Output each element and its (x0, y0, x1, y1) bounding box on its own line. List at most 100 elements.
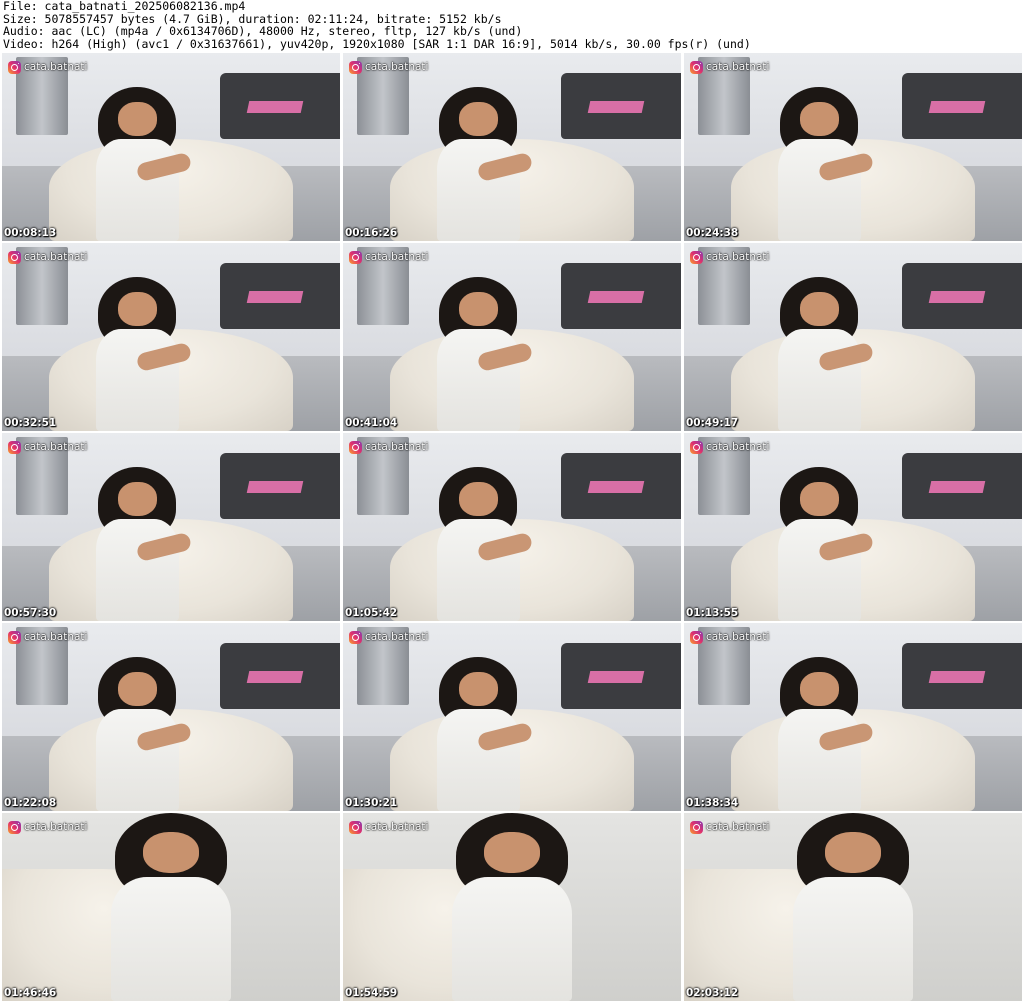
video-thumbnail[interactable]: cata.batnati 00:57:30 (2, 433, 340, 621)
instagram-icon (8, 820, 21, 834)
video-thumbnail[interactable]: cata.batnati 00:32:51 (2, 243, 340, 431)
instagram-icon (349, 630, 362, 644)
person (758, 276, 880, 431)
pink-cushion (587, 291, 645, 303)
watermark-badge: cata.batnati (690, 819, 769, 835)
watermark-handle: cata.batnati (706, 441, 770, 453)
instagram-icon (349, 820, 362, 834)
person-dress (95, 329, 179, 431)
watermark-handle: cata.batnati (365, 61, 429, 73)
thumbnail-timestamp: 01:46:46 (4, 987, 57, 999)
watermark-handle: cata.batnati (706, 821, 770, 833)
watermark-handle: cata.batnati (365, 631, 429, 643)
watermark-handle: cata.batnati (365, 821, 429, 833)
video-thumbnail[interactable]: cata.batnati 01:46:46 (2, 813, 340, 1001)
watermark-handle: cata.batnati (24, 441, 88, 453)
instagram-icon (8, 440, 21, 454)
person (76, 466, 198, 621)
video-thumbnail[interactable]: cata.batnati 00:08:13 (2, 53, 340, 241)
watermark-handle: cata.batnati (365, 251, 429, 263)
video-thumbnail[interactable]: cata.batnati 01:30:21 (343, 623, 681, 811)
watermark-handle: cata.batnati (706, 251, 770, 263)
video-frame (684, 53, 1022, 241)
video-frame (343, 433, 681, 621)
person-dress (436, 709, 520, 811)
person-dress (452, 876, 572, 1001)
person-dress (777, 329, 861, 431)
video-thumbnail[interactable]: cata.batnati 01:38:34 (684, 623, 1022, 811)
thumbnail-timestamp: 00:41:04 (345, 417, 398, 429)
instagram-icon (690, 250, 703, 264)
file-info-header: File: cata_batnati_202506082136.mp4 Size… (3, 0, 1021, 52)
pink-cushion (928, 481, 986, 493)
person (76, 656, 198, 811)
person-dress (95, 139, 179, 241)
thumbnail-timestamp: 01:05:42 (345, 607, 398, 619)
pink-cushion (587, 101, 645, 113)
thumbnail-timestamp: 00:57:30 (4, 607, 57, 619)
watermark-handle: cata.batnati (706, 631, 770, 643)
thumbnail-timestamp: 00:08:13 (4, 227, 57, 239)
person-dress (95, 519, 179, 621)
person-face (458, 102, 498, 137)
person (758, 466, 880, 621)
video-frame (684, 623, 1022, 811)
person (417, 86, 539, 241)
audio-info-line: Audio: aac (LC) (mp4a / 0x6134706D), 480… (3, 24, 523, 38)
thumbnail-timestamp: 01:54:59 (345, 987, 398, 999)
video-frame (684, 813, 1022, 1001)
instagram-icon (349, 440, 362, 454)
video-thumbnail[interactable]: cata.batnati 00:16:26 (343, 53, 681, 241)
video-thumbnail[interactable]: cata.batnati 00:49:17 (684, 243, 1022, 431)
person (758, 86, 880, 241)
person (765, 813, 941, 1001)
watermark-badge: cata.batnati (690, 59, 769, 75)
person-face (483, 831, 541, 874)
video-frame (2, 813, 340, 1001)
watermark-handle: cata.batnati (365, 441, 429, 453)
video-frame (2, 433, 340, 621)
person-face (799, 102, 839, 137)
video-frame (684, 243, 1022, 431)
video-thumbnail[interactable]: cata.batnati 00:41:04 (343, 243, 681, 431)
person (424, 813, 600, 1001)
pink-cushion (928, 291, 986, 303)
video-frame (343, 53, 681, 241)
watermark-badge: cata.batnati (8, 629, 87, 645)
person (758, 656, 880, 811)
watermark-badge: cata.batnati (349, 439, 428, 455)
thumbnail-timestamp: 01:22:08 (4, 797, 57, 809)
pink-cushion (246, 291, 304, 303)
person-dress (436, 329, 520, 431)
pink-cushion (246, 101, 304, 113)
person-face (117, 672, 157, 707)
video-thumbnail[interactable]: cata.batnati 01:13:55 (684, 433, 1022, 621)
instagram-icon (8, 250, 21, 264)
video-thumbnail[interactable]: cata.batnati 01:54:59 (343, 813, 681, 1001)
watermark-badge: cata.batnati (349, 629, 428, 645)
person-dress (777, 519, 861, 621)
watermark-badge: cata.batnati (349, 59, 428, 75)
person-face (799, 292, 839, 327)
video-thumbnail[interactable]: cata.batnati 01:05:42 (343, 433, 681, 621)
video-thumbnail[interactable]: cata.batnati 01:22:08 (2, 623, 340, 811)
person-dress (111, 876, 231, 1001)
watermark-handle: cata.batnati (24, 251, 88, 263)
person-dress (777, 139, 861, 241)
person-face (142, 831, 200, 874)
instagram-icon (8, 60, 21, 74)
watermark-badge: cata.batnati (8, 819, 87, 835)
thumbnail-timestamp: 01:13:55 (686, 607, 739, 619)
thumbnail-timestamp: 00:49:17 (686, 417, 739, 429)
watermark-badge: cata.batnati (349, 249, 428, 265)
thumbnail-timestamp: 00:32:51 (4, 417, 57, 429)
instagram-icon (690, 820, 703, 834)
person-face (117, 482, 157, 517)
person (417, 276, 539, 431)
video-frame (2, 623, 340, 811)
video-thumbnail[interactable]: cata.batnati 00:24:38 (684, 53, 1022, 241)
video-thumbnail[interactable]: cata.batnati 02:03:12 (684, 813, 1022, 1001)
pink-cushion (246, 481, 304, 493)
video-frame (343, 813, 681, 1001)
thumbnail-timestamp: 01:38:34 (686, 797, 739, 809)
